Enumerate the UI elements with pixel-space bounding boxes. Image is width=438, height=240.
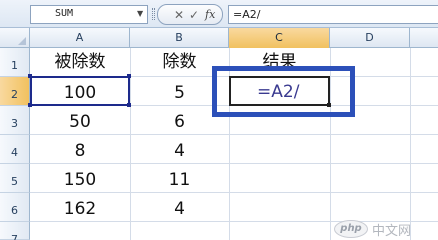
cell-b4[interactable]: 4 (130, 135, 229, 164)
insert-function-icon[interactable]: fx (205, 7, 215, 23)
watermark-text: 中文网 (372, 223, 412, 239)
row-header-6[interactable]: 6 (0, 193, 30, 222)
checkmark-icon[interactable]: ✓ (189, 7, 199, 23)
watermark: php 中文网 (334, 218, 434, 240)
row-header-5[interactable]: 5 (0, 164, 30, 193)
cell-a1[interactable]: 被除数 (30, 48, 130, 77)
reference-handle[interactable] (28, 103, 32, 107)
column-header-b[interactable]: B (130, 28, 229, 48)
column-header-row: A B C D (0, 28, 438, 48)
column-header-d[interactable]: D (330, 28, 410, 48)
reference-highlight-a2 (30, 76, 131, 107)
resize-grip[interactable] (152, 8, 155, 20)
formula-input[interactable]: =A2/ (228, 5, 438, 24)
cell-a4[interactable]: 8 (30, 135, 130, 164)
close-icon[interactable]: ✕ (174, 7, 184, 23)
highlight-callout (212, 66, 355, 117)
row-header-2[interactable]: 2 (0, 77, 30, 106)
cell-b6[interactable]: 4 (130, 193, 229, 222)
row-header-7[interactable]: 7 (0, 222, 30, 240)
row-header-3[interactable]: 3 (0, 106, 30, 135)
cell-a5[interactable]: 150 (30, 164, 130, 193)
name-box[interactable]: SUM (30, 5, 148, 24)
php-logo: php (334, 220, 368, 238)
select-all-button[interactable] (0, 28, 30, 48)
cell-a6[interactable]: 162 (30, 193, 130, 222)
reference-handle[interactable] (28, 74, 32, 78)
chevron-down-icon[interactable]: ▼ (137, 9, 143, 18)
formula-buttons: ✕ ✓ fx (157, 4, 223, 25)
cell-a3[interactable]: 50 (30, 106, 130, 135)
cell-b5[interactable]: 11 (130, 164, 229, 193)
row-header-4[interactable]: 4 (0, 135, 30, 164)
spreadsheet-grid: A B C D 1 2 3 4 5 6 7 被除数 除数 结果 100 5 50… (0, 28, 438, 240)
reference-handle[interactable] (127, 74, 131, 78)
formula-bar: SUM ▼ ✕ ✓ fx =A2/ (0, 0, 438, 28)
column-header-a[interactable]: A (30, 28, 130, 48)
row-header-1[interactable]: 1 (0, 48, 30, 77)
column-header-c[interactable]: C (229, 28, 330, 48)
